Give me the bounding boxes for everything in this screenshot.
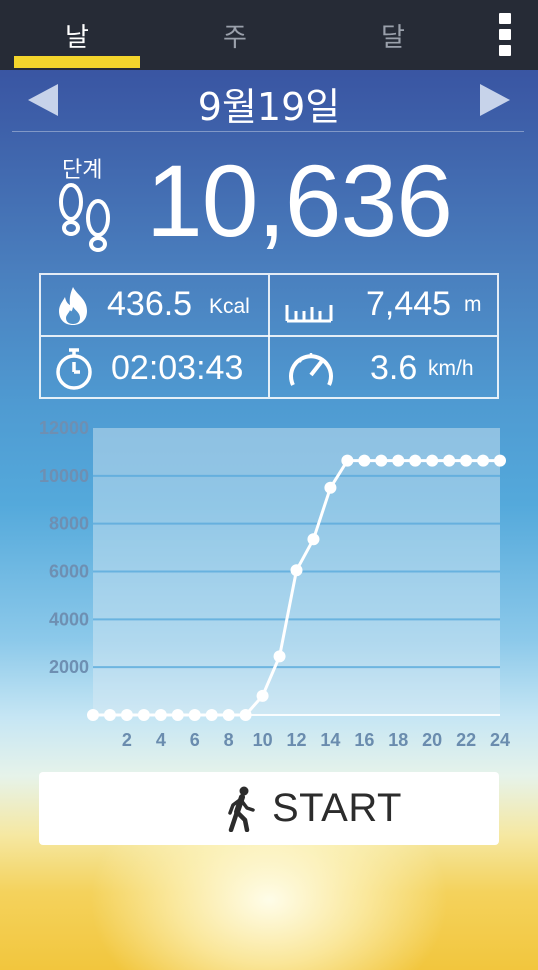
data-point [120, 709, 133, 721]
data-point [477, 454, 490, 467]
data-point [239, 709, 252, 721]
data-point [324, 481, 337, 494]
stopwatch-icon [56, 348, 92, 390]
y-tick-label: 12000 [39, 418, 89, 438]
next-day-arrow-icon[interactable] [478, 82, 512, 118]
tab-month[interactable]: 달 [330, 0, 456, 70]
calories-cell: 436.5 Kcal [41, 275, 268, 335]
active-tab-indicator [14, 56, 140, 68]
x-tick-label: 18 [388, 730, 408, 750]
x-tick-label: 8 [224, 730, 234, 750]
flame-icon [59, 287, 87, 325]
stats-grid: 436.5 Kcal 7,445 m 02:03:43 3.6 km/h [39, 273, 499, 399]
sun-glow [89, 770, 449, 970]
x-tick-label: 22 [456, 730, 476, 750]
duration-value: 02:03:43 [111, 349, 244, 387]
date-title: 9월19일 [197, 85, 341, 129]
overflow-menu-button[interactable] [492, 12, 518, 56]
speed-cell: 3.6 km/h [270, 337, 497, 397]
x-tick-label: 16 [354, 730, 374, 750]
y-tick-label: 4000 [49, 609, 89, 629]
data-point [358, 454, 371, 467]
data-point [256, 689, 269, 702]
header-divider [12, 131, 524, 132]
ruler-icon [285, 305, 333, 323]
data-point [290, 564, 303, 577]
data-point [273, 650, 286, 663]
data-point [154, 709, 167, 721]
menu-dot-icon [499, 13, 511, 24]
x-tick-label: 4 [156, 730, 166, 750]
data-point [171, 709, 184, 721]
speedometer-icon [289, 353, 333, 386]
start-label: START [272, 786, 402, 830]
speed-value: 3.6 [370, 349, 418, 387]
data-point [460, 454, 473, 467]
walking-person-icon [228, 786, 255, 832]
x-tick-label: 2 [122, 730, 132, 750]
x-tick-label: 20 [422, 730, 442, 750]
data-point [307, 533, 320, 546]
data-point [205, 709, 218, 721]
data-point [443, 454, 456, 467]
x-tick-label: 6 [190, 730, 200, 750]
menu-dot-icon [499, 45, 511, 56]
tab-week[interactable]: 주 [172, 0, 298, 70]
y-tick-label: 10000 [39, 466, 89, 486]
data-point [409, 454, 422, 467]
distance-value: 7,445 [366, 285, 452, 323]
duration-cell: 02:03:43 [41, 337, 268, 397]
data-point [188, 709, 201, 721]
start-button[interactable]: START [39, 772, 499, 845]
data-point [87, 709, 99, 721]
y-tick-label: 6000 [49, 562, 89, 582]
data-point [426, 454, 439, 467]
step-count: 10,636 [146, 144, 453, 258]
x-tick-label: 14 [320, 730, 340, 750]
data-point [341, 454, 354, 467]
y-tick-label: 8000 [49, 514, 89, 534]
data-point [137, 709, 150, 721]
calories-unit: Kcal [209, 295, 250, 318]
menu-dot-icon [499, 29, 511, 40]
calories-value: 436.5 [107, 285, 193, 323]
footprints-icon [59, 183, 110, 252]
x-tick-label: 24 [490, 730, 510, 750]
data-point [222, 709, 235, 721]
distance-cell: 7,445 m [270, 275, 497, 335]
data-point [103, 709, 116, 721]
data-point [375, 454, 388, 467]
date-navigator: 9월19일 [0, 70, 538, 132]
x-tick-label: 12 [286, 730, 306, 750]
steps-chart-svg: 200040006000800010000120002 4 6 8 10 12 14 16 18… [39, 418, 510, 750]
data-point [392, 454, 405, 467]
speed-unit: km/h [428, 357, 474, 380]
tab-bar: 날 주 달 [0, 0, 538, 70]
x-tick-label: 10 [253, 730, 273, 750]
data-point [494, 454, 506, 467]
y-tick-label: 2000 [49, 657, 89, 677]
distance-unit: m [464, 293, 482, 316]
steps-chart: 2000 4000 6000 8000 10000 12000 2 4 6 8 10 12 14 16 18… [0, 415, 538, 755]
